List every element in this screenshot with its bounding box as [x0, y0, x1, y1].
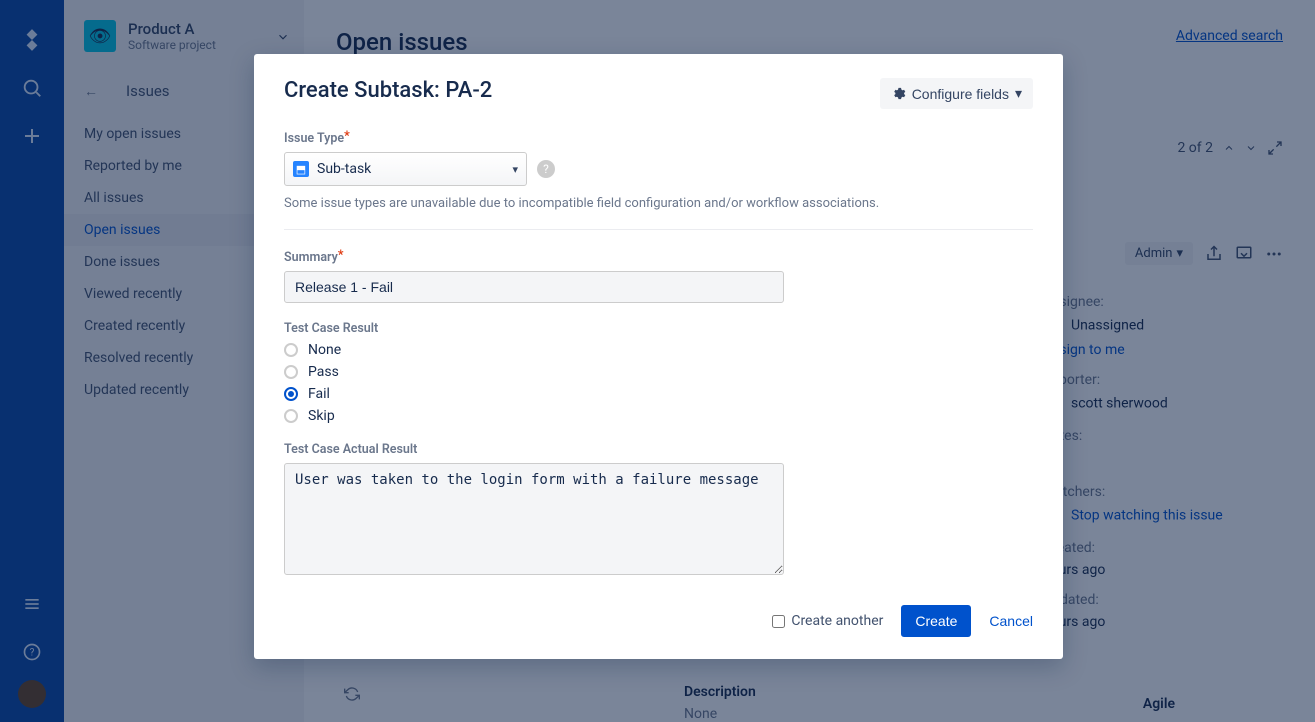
radio-label: Fail	[308, 386, 330, 402]
radio-icon	[284, 409, 298, 423]
chevron-down-icon: ▾	[512, 163, 518, 176]
radio-label: None	[308, 342, 341, 358]
cancel-button[interactable]: Cancel	[989, 613, 1033, 629]
radio-icon	[284, 387, 298, 401]
actual-result-label: Test Case Actual Result	[284, 442, 1033, 457]
test-result-label: Test Case Result	[284, 321, 1033, 336]
issue-type-label: Issue Type*	[284, 131, 1033, 146]
actual-result-textarea[interactable]	[284, 463, 784, 575]
summary-label: Summary*	[284, 250, 1033, 265]
issue-type-value: Sub-task	[317, 161, 371, 177]
radio-label: Pass	[308, 364, 339, 380]
radio-icon	[284, 343, 298, 357]
radio-icon	[284, 365, 298, 379]
summary-input[interactable]	[284, 271, 784, 303]
radio-label: Skip	[308, 408, 335, 424]
create-subtask-modal: Create Subtask: PA-2 Configure fields ▾ …	[254, 54, 1063, 659]
gear-icon	[891, 86, 906, 101]
configure-fields-button[interactable]: Configure fields ▾	[880, 78, 1033, 109]
create-another-checkbox[interactable]: Create another	[772, 613, 883, 629]
radio-option[interactable]: Fail	[284, 386, 1033, 402]
test-result-radios: None Pass Fail Skip	[284, 342, 1033, 424]
issue-type-hint: Some issue types are unavailable due to …	[284, 196, 1033, 211]
issue-type-select[interactable]: ⬒ Sub-task ▾	[284, 152, 527, 186]
subtask-type-icon: ⬒	[293, 161, 309, 177]
radio-option[interactable]: Skip	[284, 408, 1033, 424]
help-icon[interactable]: ?	[537, 160, 555, 178]
create-another-input[interactable]	[772, 615, 785, 628]
chevron-down-icon: ▾	[1015, 85, 1022, 102]
divider	[284, 229, 1033, 230]
modal-title: Create Subtask: PA-2	[284, 78, 492, 103]
create-button[interactable]: Create	[901, 605, 971, 637]
radio-option[interactable]: None	[284, 342, 1033, 358]
radio-option[interactable]: Pass	[284, 364, 1033, 380]
